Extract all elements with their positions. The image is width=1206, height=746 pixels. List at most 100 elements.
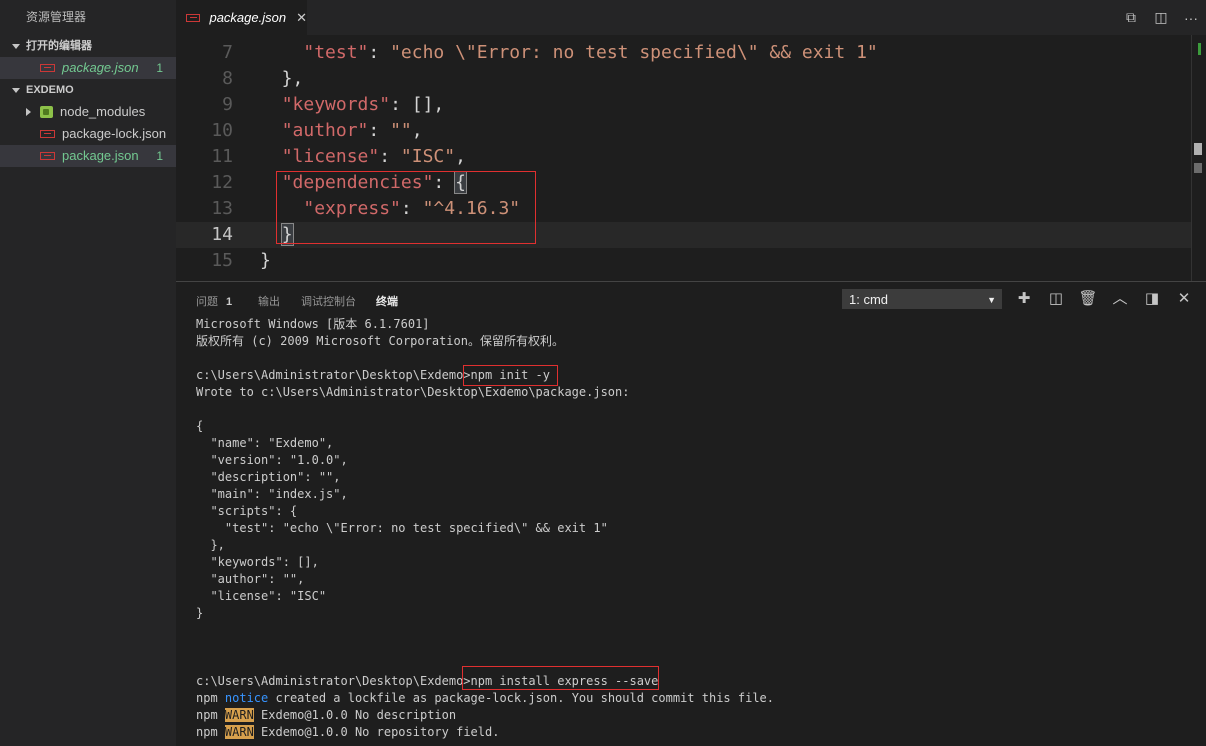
explorer-sidebar: 资源管理器 打开的编辑器 package.json 1 EXDEMO node_… [0, 0, 176, 746]
code-text: "author": "", [260, 118, 423, 144]
npm-icon [40, 130, 55, 138]
panel-actions: ✚ ◫ 🗑 ︿ ◨ ✕ [1008, 289, 1200, 309]
tree-item-label: node_modules [60, 104, 146, 119]
terminal-line: c:\Users\Administrator\Desktop\Exdemo>np… [196, 674, 659, 688]
problem-count-badge: 1 [156, 149, 163, 163]
highlight-box-dependencies [276, 171, 536, 244]
npm-icon [186, 13, 201, 22]
code-token: "echo \"Error: no test specified\" && ex… [390, 42, 878, 63]
line-number: 10 [211, 120, 233, 141]
tree-item-package-lock[interactable]: package-lock.json [0, 123, 176, 145]
dropdown-caret-icon: ▼ [987, 295, 996, 305]
tab-debug-console[interactable]: 调试控制台 [301, 293, 356, 309]
npm-message: Exdemo@1.0.0 No description [253, 708, 457, 722]
npm-icon [40, 152, 55, 160]
node-folder-icon [40, 106, 53, 118]
code-text: "keywords": [], [260, 92, 445, 118]
editor-actions: ⧉ ◫ ··· [1116, 0, 1206, 35]
code-line: 7 "test": "echo \"Error: no test specifi… [176, 40, 1191, 66]
maximize-panel-icon[interactable]: ◨ [1136, 289, 1168, 309]
code-text: "test": "echo \"Error: no test specified… [260, 40, 878, 66]
split-editor-icon[interactable]: ◫ [1146, 9, 1176, 26]
npm-prefix: npm [196, 708, 225, 722]
line-number: 14 [211, 224, 233, 245]
more-icon[interactable]: ··· [1176, 10, 1206, 26]
chevron-right-icon [26, 108, 31, 116]
terminal-line: "keywords": [], [196, 555, 319, 569]
tree-item-node-modules[interactable]: node_modules [0, 101, 176, 123]
terminal-line: "name": "Exdemo", [196, 436, 334, 450]
terminal-output[interactable]: Microsoft Windows [版本 6.1.7601] 版权所有 (c) … [196, 316, 1196, 741]
code-token: "license" [281, 146, 380, 167]
terminal-line: "test": "echo \"Error: no test specified… [196, 521, 608, 535]
code-line: 9 "keywords": [], [176, 92, 1191, 118]
npm-message: Exdemo@1.0.0 No repository field. [253, 725, 500, 739]
code-token: "ISC" [400, 146, 456, 167]
code-line: 8 }, [176, 66, 1191, 92]
warn-badge: WARN [224, 708, 254, 722]
code-token: : [368, 120, 391, 141]
notice-label: notice [224, 691, 269, 705]
explorer-title: 资源管理器 [26, 10, 87, 24]
line-number: 7 [222, 42, 233, 63]
terminal-line: Microsoft Windows [版本 6.1.7601] [196, 317, 430, 331]
npm-log-line: npm WARN Exdemo@1.0.0 No description [196, 707, 1196, 724]
code-text: } [260, 248, 271, 274]
highlight-box-npm-init [463, 365, 558, 386]
terminal-line: "scripts": { [196, 504, 298, 518]
chevron-down-icon [12, 87, 20, 93]
code-line: 10 "author": "", [176, 118, 1191, 144]
tab-problems-label: 问题 [196, 296, 218, 308]
line-number: 9 [222, 94, 233, 115]
scroll-thumb[interactable] [1194, 143, 1202, 155]
tab-package-json[interactable]: package.json ✕ [176, 0, 307, 35]
tree-item-package-json[interactable]: package.json 1 [0, 145, 176, 167]
code-text: "license": "ISC", [260, 144, 466, 170]
terminal-line: } [196, 606, 204, 620]
terminal-line: }, [196, 538, 225, 552]
project-header[interactable]: EXDEMO [0, 79, 176, 101]
npm-prefix: npm [196, 691, 225, 705]
npm-message: created a lockfile as package-lock.json.… [268, 691, 774, 705]
code-token: "" [390, 120, 412, 141]
close-icon[interactable]: ✕ [296, 10, 307, 26]
panel-tabs: 问题 1 输出 调试控制台 终端 1: cmd ▼ ✚ ◫ 🗑 ︿ ◨ ✕ [176, 282, 1206, 317]
terminal-select-value: 1: cmd [849, 292, 889, 307]
terminal-line: Wrote to c:\Users\Administrator\Desktop\… [196, 385, 630, 399]
terminal-line: 版权所有 (c) 2009 Microsoft Corporation。保留所有… [196, 334, 564, 348]
split-terminal-icon[interactable]: ◫ [1040, 289, 1072, 309]
close-icon[interactable]: ✕ [1168, 289, 1200, 309]
open-editors-label: 打开的编辑器 [26, 40, 92, 52]
code-line: 11 "license": "ISC", [176, 144, 1191, 170]
code-token: "test" [303, 42, 369, 63]
terminal-line: { [196, 419, 204, 433]
code-editor[interactable]: 7 "test": "echo \"Error: no test specifi… [176, 35, 1206, 281]
terminal-line: "license": "ISC" [196, 589, 327, 603]
tab-terminal[interactable]: 终端 [376, 293, 398, 309]
npm-icon [40, 64, 55, 72]
tab-problems[interactable]: 问题 1 [196, 293, 232, 309]
tab-label: package.json [209, 10, 287, 25]
open-editors-header[interactable]: 打开的编辑器 [0, 35, 176, 57]
bottom-panel: 问题 1 输出 调试控制台 终端 1: cmd ▼ ✚ ◫ 🗑 ︿ ◨ ✕ Mic… [176, 281, 1206, 746]
open-changes-icon[interactable]: ⧉ [1116, 9, 1146, 26]
code-token: , [411, 120, 423, 141]
terminal-line: "version": "1.0.0", [196, 453, 348, 467]
editor-scrollbar[interactable] [1191, 35, 1206, 281]
warn-badge: WARN [224, 725, 254, 739]
overview-marker [1194, 163, 1202, 173]
code-token: : [379, 146, 401, 167]
code-token: : [], [390, 94, 445, 115]
plus-icon[interactable]: ✚ [1008, 289, 1040, 309]
trash-icon[interactable]: 🗑 [1072, 289, 1104, 309]
terminal-select[interactable]: 1: cmd ▼ [842, 289, 1002, 309]
tab-output[interactable]: 输出 [258, 293, 280, 309]
open-editor-item[interactable]: package.json 1 [0, 57, 176, 79]
code-token: } [260, 250, 271, 271]
chevron-up-icon[interactable]: ︿ [1104, 289, 1136, 309]
